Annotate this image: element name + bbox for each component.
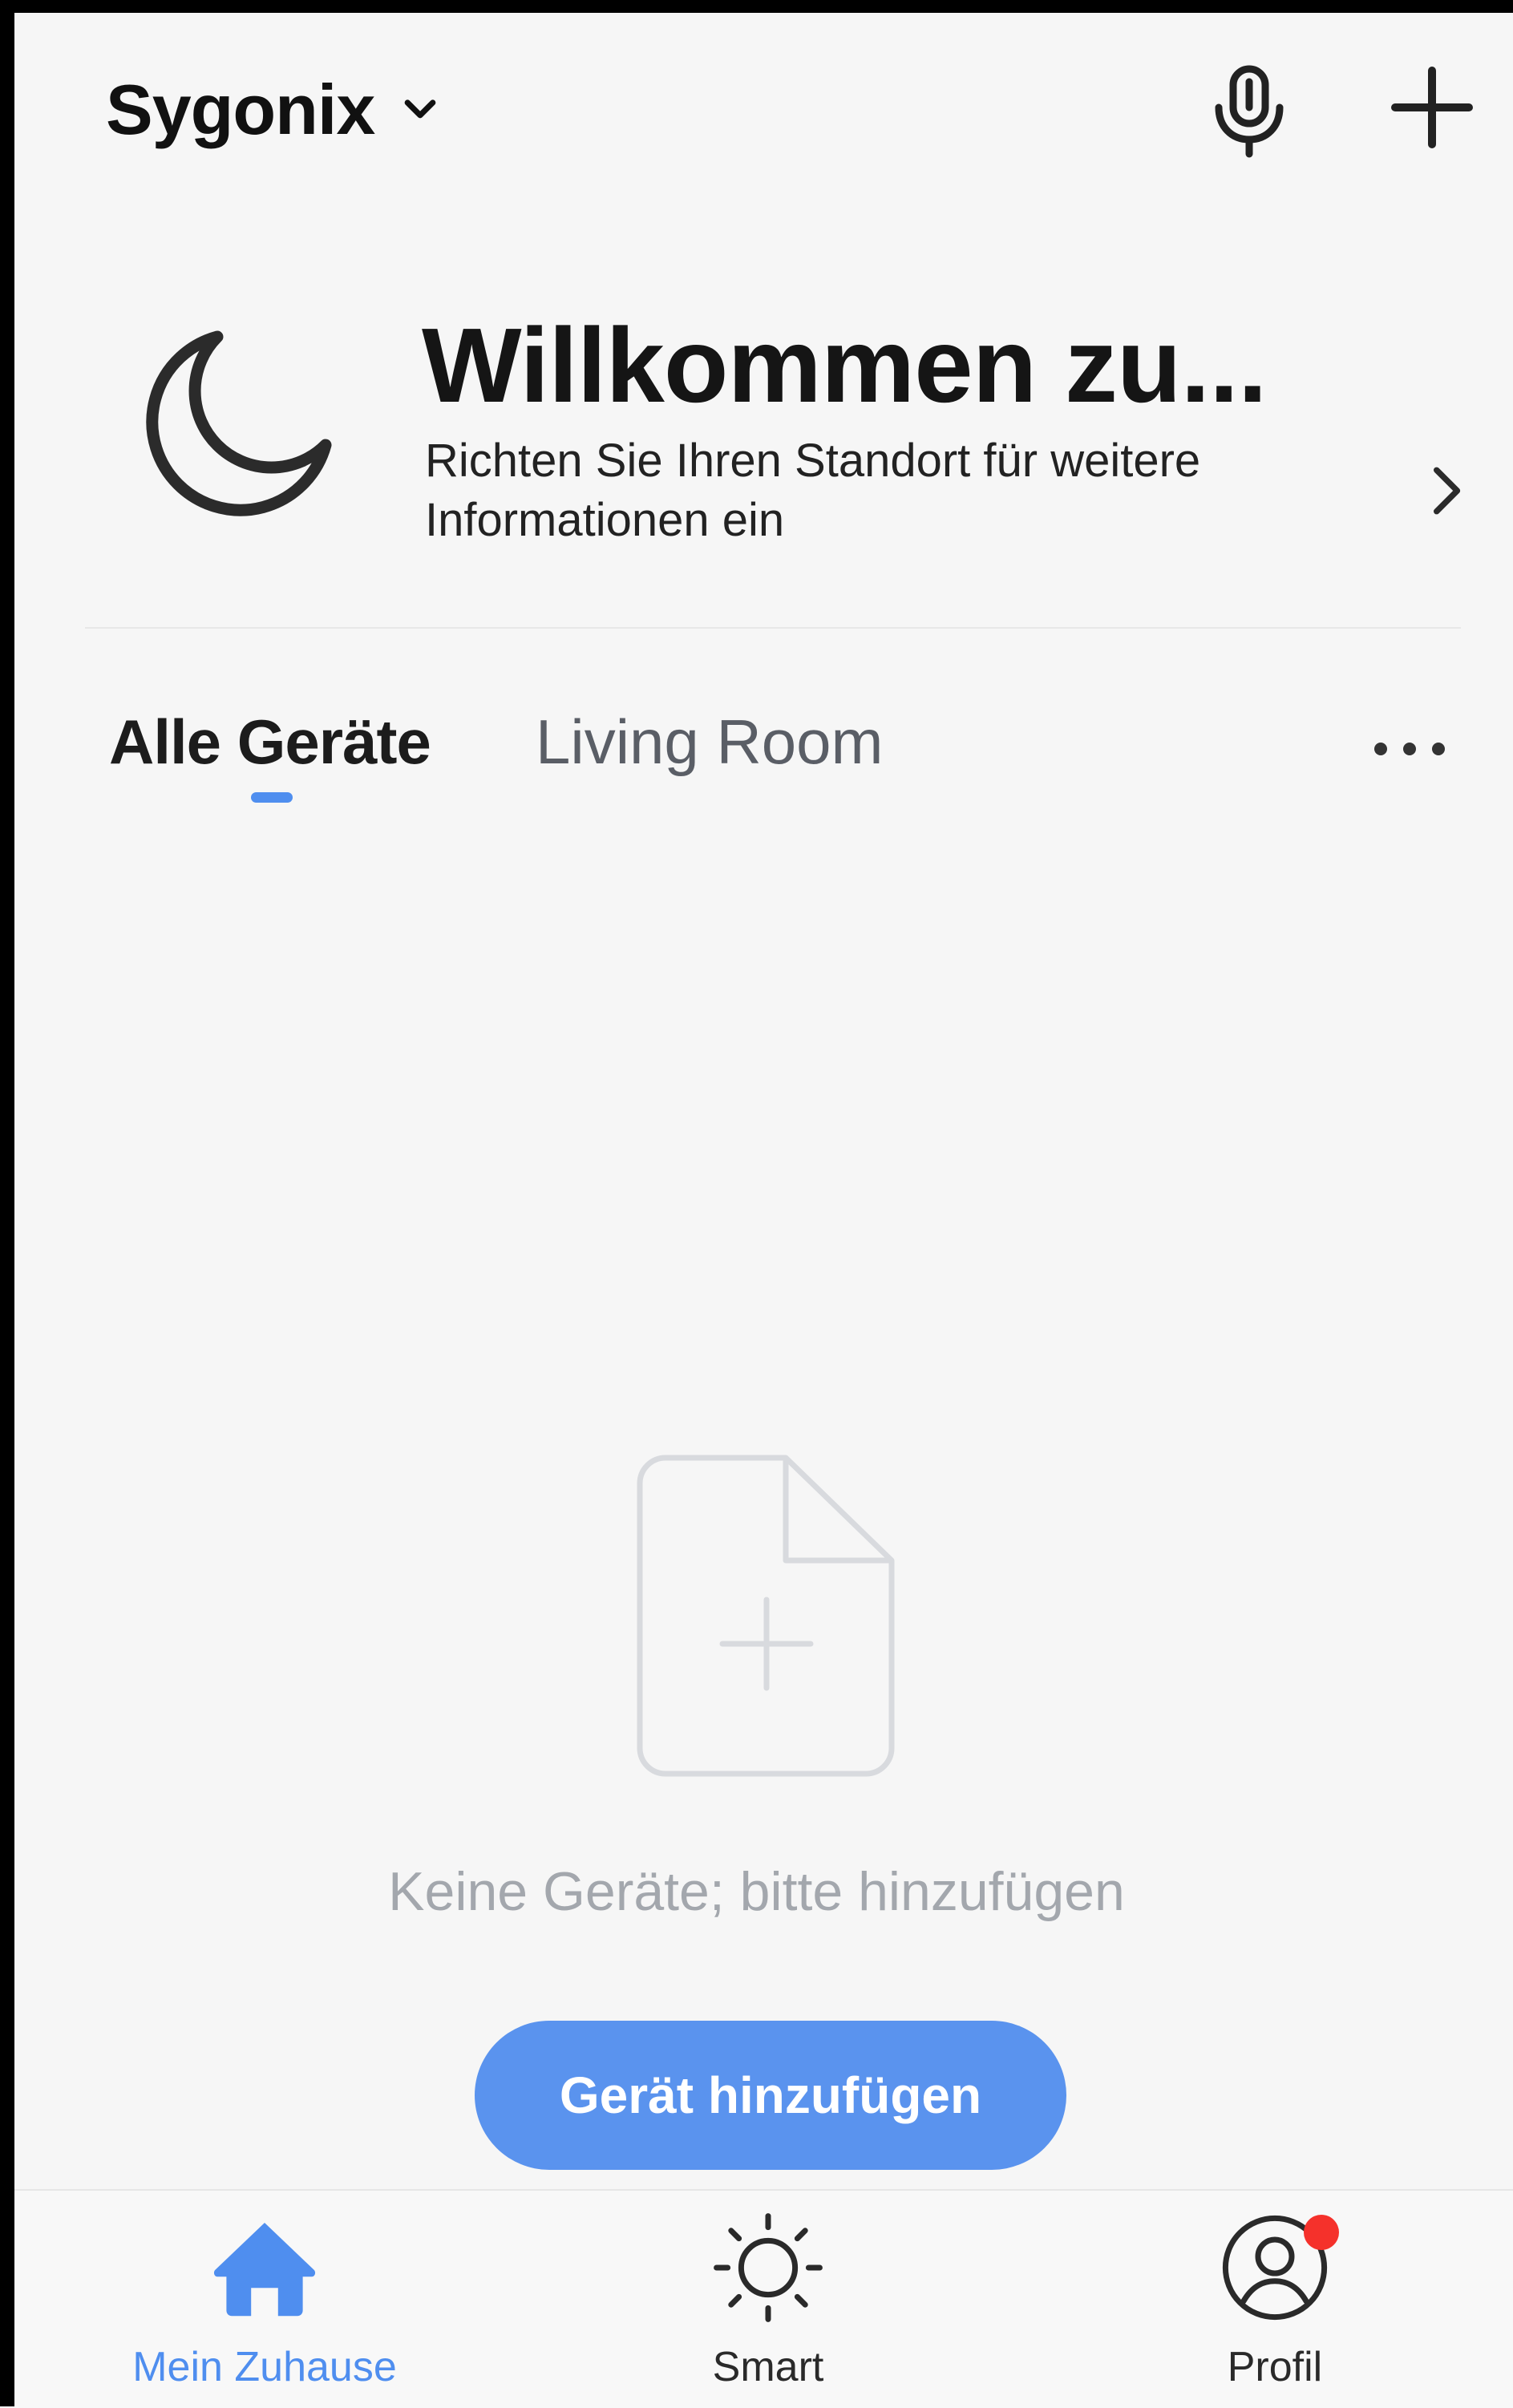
chevron-right-icon bbox=[1433, 467, 1461, 515]
add-device-button[interactable]: Gerät hinzufügen bbox=[475, 2021, 1066, 2170]
home-name: Sygonix bbox=[106, 70, 375, 149]
divider bbox=[85, 627, 1461, 629]
nav-item-profile[interactable]: Profil bbox=[1115, 2191, 1435, 2408]
active-tab-indicator bbox=[251, 792, 293, 803]
more-horizontal-icon[interactable] bbox=[1369, 733, 1450, 765]
nav-item-smart[interactable]: Smart bbox=[608, 2191, 928, 2408]
plus-icon[interactable] bbox=[1390, 66, 1474, 149]
add-document-icon bbox=[637, 1455, 895, 1777]
home-selector[interactable]: Sygonix bbox=[106, 66, 442, 154]
welcome-subtitle: Richten Sie Ihren Standort für weitere I… bbox=[425, 435, 1201, 546]
tab-living-room[interactable]: Living Room bbox=[536, 706, 884, 779]
chevron-down-icon bbox=[404, 99, 436, 119]
room-tabs: Alle Geräte Living Room bbox=[0, 690, 1513, 818]
nav-label-profile: Profil bbox=[1227, 2344, 1323, 2390]
tab-alle-geraete[interactable]: Alle Geräte bbox=[109, 706, 431, 779]
top-bar: Sygonix bbox=[0, 0, 1513, 208]
home-icon bbox=[213, 2223, 316, 2317]
nav-item-home[interactable]: Mein Zuhause bbox=[104, 2191, 425, 2408]
welcome-title: Willkommen zu... bbox=[422, 306, 1268, 424]
nav-label-home: Mein Zuhause bbox=[132, 2344, 397, 2390]
bottom-navigation: Mein Zuhause Smart Profil bbox=[0, 2189, 1513, 2408]
microphone-icon[interactable] bbox=[1209, 63, 1289, 159]
notification-dot bbox=[1304, 2215, 1339, 2250]
moon-icon bbox=[146, 330, 332, 516]
nav-label-smart: Smart bbox=[712, 2344, 824, 2390]
sun-icon bbox=[714, 2213, 823, 2322]
empty-state-message: Keine Geräte; bitte hinzufügen bbox=[388, 1861, 1125, 1922]
welcome-card[interactable]: Willkommen zu... Richten Sie Ihren Stand… bbox=[85, 289, 1464, 577]
